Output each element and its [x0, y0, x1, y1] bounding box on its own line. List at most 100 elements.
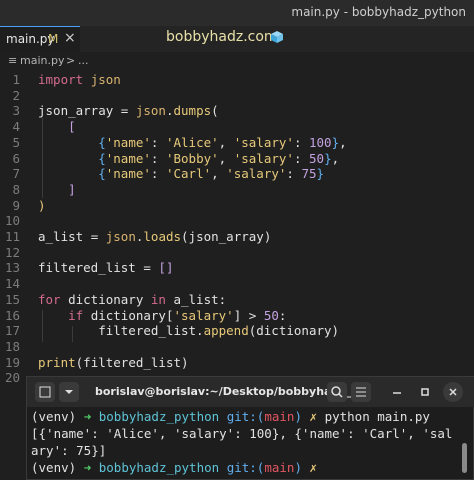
code-line[interactable]: 12 [0, 245, 474, 261]
code-token: { [98, 166, 106, 182]
code-token: : [150, 150, 166, 166]
code-text: a_list = json.loads(json_array) [38, 229, 271, 245]
code-token: , [218, 134, 234, 150]
menu-button[interactable] [351, 382, 371, 402]
code-token: = [143, 260, 159, 276]
breadcrumb: ≡ main.py > ... [0, 52, 474, 70]
terminal-panel[interactable]: borislav@borislav:~/Desktop/bobbyhadz_..… [26, 376, 474, 480]
code-token: [ [68, 119, 76, 135]
terminal-scrollbar[interactable] [462, 443, 467, 473]
code-line[interactable]: 11 a_list = json.loads(json_array) [0, 229, 474, 245]
code-text: {'name': 'Alice', 'salary': 100}, [38, 134, 346, 151]
line-number: 20 [4, 370, 20, 386]
code-line[interactable]: 17 filtered_list.append(dictionary) [0, 323, 474, 339]
code-text: ] [38, 182, 76, 198]
code-line[interactable]: 15 for dictionary in a_list: [0, 292, 474, 308]
code-token: 'salary' [173, 307, 234, 323]
line-number: 16 [4, 307, 20, 323]
dropdown-button[interactable] [59, 382, 79, 402]
line-number: 1 [12, 72, 20, 87]
code-token: = [90, 229, 106, 244]
code-line[interactable]: 8 ] [0, 182, 474, 198]
code-token: filtered_list. [38, 323, 204, 339]
code-line[interactable]: 3 json_array = json.dumps( [0, 103, 474, 119]
code-token: dictionary [60, 291, 151, 307]
code-line[interactable]: 13 filtered_list = [] [0, 260, 474, 276]
maximize-icon [421, 388, 429, 396]
close-icon[interactable]: × [64, 30, 76, 46]
terminal-token: main [264, 409, 295, 424]
code-text: json_array = json.dumps( [38, 103, 219, 119]
code-token: : [293, 150, 309, 166]
code-token: 50 [263, 307, 279, 323]
code-text: ) [38, 198, 46, 214]
code-token: a_list: [165, 291, 227, 307]
breadcrumb-file[interactable]: main.py [20, 54, 64, 67]
line-number: 19 [4, 354, 20, 370]
terminal-token: ✗ [309, 409, 325, 424]
terminal-token: ➜ [83, 460, 99, 475]
close-button[interactable] [443, 382, 463, 402]
code-token: in [150, 291, 166, 307]
code-line[interactable]: 7 {'name': 'Carl', 'salary': 75} [0, 166, 474, 182]
code-line[interactable]: 1 import json [0, 72, 474, 88]
code-text: print(filtered_list) [38, 355, 189, 371]
code-token: 'name' [105, 134, 151, 150]
minimize-button[interactable] [387, 382, 407, 402]
maximize-button[interactable] [415, 382, 435, 402]
code-token: print [38, 354, 76, 370]
file-icon: ≡ [8, 54, 18, 67]
terminal-line: [{'name': 'Alice', 'salary': 100}, {'nam… [31, 426, 452, 442]
code-text: [ [38, 119, 76, 135]
window-title: main.py - bobbyhadz_python [291, 5, 466, 19]
line-number: 8 [12, 181, 20, 197]
terminal-token: ) [294, 460, 310, 475]
code-line[interactable]: 5 {'name': 'Alice', 'salary': 100}, [0, 135, 474, 151]
code-token: 75 [301, 166, 317, 182]
breadcrumb-more[interactable]: ... [78, 54, 89, 67]
tab-modified-indicator: M [48, 32, 59, 46]
code-token: } [331, 134, 340, 150]
code-token: : [150, 166, 166, 182]
code-line[interactable]: 14 [0, 276, 474, 292]
terminal-token: python main.py [324, 409, 430, 424]
code-token: ] > [233, 307, 264, 323]
code-token: , [331, 150, 340, 166]
code-token: (filtered_list) [75, 354, 189, 370]
code-token: dictionary[ [83, 307, 174, 323]
code-line[interactable]: 19 print(filtered_list) [0, 355, 474, 371]
code-text: filtered_list.append(dictionary) [38, 323, 339, 339]
close-icon [449, 388, 457, 396]
title-bar: main.py - bobbyhadz_python [0, 0, 474, 26]
code-token: { [98, 150, 106, 166]
search-icon [331, 386, 343, 398]
code-line[interactable]: 18 [0, 339, 474, 355]
chevron-down-icon [65, 390, 73, 394]
code-editor[interactable]: 1 import json 2 3 json_array = json.dumps(4 … [0, 70, 474, 385]
terminal-token: git:( [226, 460, 265, 475]
hamburger-icon [356, 387, 366, 397]
code-line[interactable]: 4 [ [0, 119, 474, 135]
minimize-icon [393, 392, 401, 394]
code-token: json [105, 229, 136, 244]
code-token: , [218, 150, 234, 166]
code-line[interactable]: 2 [0, 88, 474, 104]
code-line[interactable]: 10 [0, 213, 474, 229]
code-token: 100 [309, 134, 332, 150]
new-tab-button[interactable] [35, 382, 55, 402]
code-token: 'salary' [226, 166, 287, 182]
search-button[interactable] [327, 382, 347, 402]
line-number: 2 [12, 87, 20, 103]
code-line[interactable]: 6 {'name': 'Bobby', 'salary': 50}, [0, 151, 474, 167]
code-token: , [211, 166, 227, 182]
code-line[interactable]: 9) [0, 198, 474, 214]
terminal-token: bobbyhadz_python [98, 460, 227, 475]
code-token: : [278, 307, 287, 323]
terminal-token: ➜ [83, 409, 99, 424]
line-number: 17 [4, 323, 20, 339]
tab-main-py[interactable]: main.py M × [0, 26, 80, 52]
code-line[interactable]: 16 if dictionary['salary'] > 50: [0, 308, 474, 324]
terminal-header: borislav@borislav:~/Desktop/bobbyhadz_..… [27, 377, 474, 407]
